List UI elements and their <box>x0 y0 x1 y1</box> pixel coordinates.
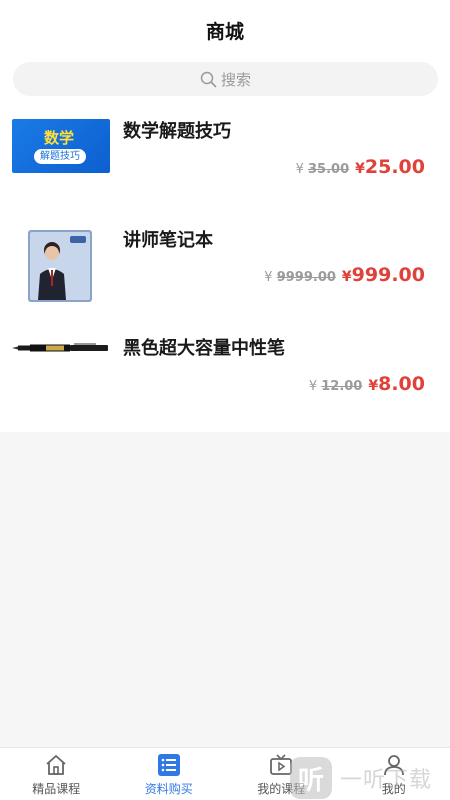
search-icon <box>200 71 217 88</box>
product-name[interactable]: 黑色超大容量中性笔 <box>123 334 285 360</box>
product-name[interactable]: 数学解题技巧 <box>123 117 231 143</box>
current-price: ¥25.00 <box>355 156 425 178</box>
original-price: ¥ 35.00 <box>296 162 350 177</box>
watermark-text: 一听下载 <box>340 768 433 793</box>
currency-symbol: ¥ <box>295 162 304 177</box>
watermark-logo: 听 <box>290 757 332 799</box>
product-thumbnail[interactable]: 数学 解题技巧 <box>12 119 110 173</box>
thumbnail-subtitle: 解题技巧 <box>34 149 86 164</box>
currency-symbol: ¥ <box>308 379 318 394</box>
currency-symbol: ¥ <box>341 269 352 285</box>
current-price-value: 8.00 <box>378 373 425 395</box>
tab-label: 资料购买 <box>144 782 193 796</box>
tab-courses[interactable]: 精品课程 <box>0 748 113 800</box>
current-price-value: 25.00 <box>364 156 425 178</box>
product-thumbnail[interactable] <box>12 340 110 354</box>
currency-symbol: ¥ <box>355 161 365 177</box>
original-price-value: 35.00 <box>308 162 350 177</box>
price-row: ¥ 35.00 ¥25.00 <box>296 156 425 178</box>
search-input[interactable]: 搜索 <box>221 69 251 90</box>
current-price-value: 999.00 <box>351 264 425 286</box>
current-price: ¥999.00 <box>342 264 425 286</box>
product-thumbnail[interactable] <box>26 228 94 304</box>
page-title: 商城 <box>205 20 244 43</box>
product-name[interactable]: 讲师笔记本 <box>123 226 213 252</box>
page-header: 商城 <box>0 0 450 58</box>
original-price: ¥ 12.00 <box>309 379 363 394</box>
thumbnail-title: 数学 <box>44 129 75 147</box>
tab-label: 精品课程 <box>32 782 81 796</box>
list-icon <box>156 753 182 777</box>
current-price: ¥8.00 <box>368 373 425 395</box>
watermark: 听 一听下载 <box>290 757 432 799</box>
original-price-value: 9999.00 <box>276 270 336 285</box>
tab-materials[interactable]: 资料购买 <box>113 748 226 800</box>
currency-symbol: ¥ <box>368 378 379 394</box>
search-bar[interactable]: 搜索 <box>13 62 438 96</box>
original-price: ¥ 9999.00 <box>264 270 336 285</box>
home-icon <box>43 753 69 777</box>
price-row: ¥ 9999.00 ¥999.00 <box>264 264 425 286</box>
currency-symbol: ¥ <box>264 270 273 285</box>
price-row: ¥ 12.00 ¥8.00 <box>309 373 425 395</box>
original-price-value: 12.00 <box>321 379 363 394</box>
